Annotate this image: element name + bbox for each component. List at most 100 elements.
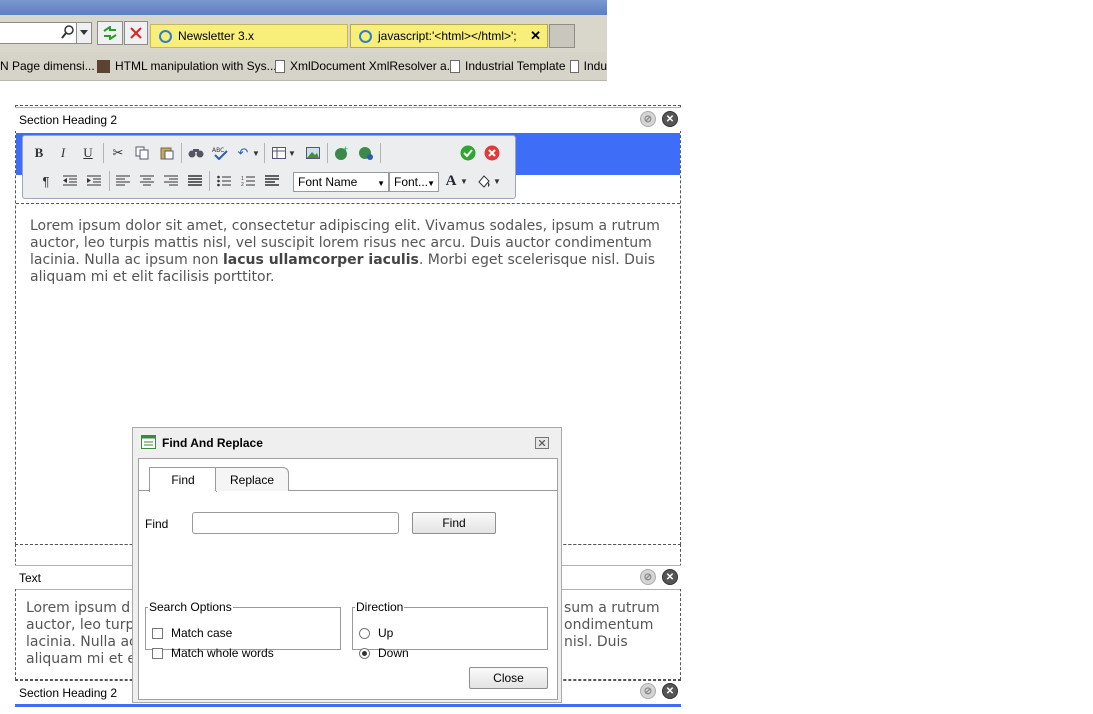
save-ok-icon[interactable] [458,143,478,163]
close-section-icon[interactable]: ✕ [662,569,678,585]
address-dropdown-icon[interactable] [76,22,92,44]
find-replace-icon[interactable] [186,143,206,163]
align-center-icon[interactable] [137,171,157,191]
font-color-glyph: A [445,172,457,189]
cancel-icon[interactable] [482,143,502,163]
tab-find[interactable]: Find [149,467,217,492]
page-icon [570,59,579,73]
direction-down-radio[interactable] [359,647,370,659]
remove-link-icon[interactable] [356,143,376,163]
indent-icon[interactable] [84,171,104,191]
chevron-down-icon: ▼ [427,179,435,188]
find-button-label: Find [442,516,466,530]
direction-up-label: Up [378,626,394,640]
favorite-label: N Page dimensi... [0,59,95,73]
close-section-icon[interactable]: ✕ [662,111,678,127]
favorite-label: Indu [583,59,607,73]
font-color-button[interactable]: A [441,171,461,191]
section-heading: Section Heading 2 [15,107,681,131]
find-input[interactable] [192,512,399,534]
match-case-checkbox[interactable] [152,627,163,639]
favorite-link[interactable]: Industrial Template [450,58,566,74]
refresh-icon[interactable] [97,21,123,45]
insert-link-icon[interactable]: + [332,143,352,163]
tab-replace[interactable]: Replace [215,467,289,491]
editor-content[interactable]: Lorem ipsum dolor sit amet, consectetur … [30,218,670,286]
copy-icon[interactable] [132,143,152,163]
edit-disabled-icon[interactable]: ⊘ [640,683,656,699]
favorite-link[interactable]: N Page dimensi... [0,58,95,74]
bold-button[interactable]: B [29,143,49,163]
svg-text:2: 2 [241,182,244,187]
undo-icon[interactable]: ↶ [233,143,253,163]
outdent-icon[interactable] [60,171,80,191]
separator [264,143,265,163]
table-dropdown-icon[interactable]: ▼ [287,143,297,163]
underline-button[interactable]: U [78,143,98,163]
stop-icon[interactable] [124,21,148,45]
block-format-icon[interactable] [262,171,282,191]
svg-text:+: + [343,145,348,154]
divider [16,203,680,204]
edit-disabled-icon[interactable]: ⊘ [640,569,656,585]
tab-label: Replace [229,472,275,487]
paragraph-icon[interactable]: ¶ [36,171,56,191]
close-icon[interactable] [535,437,549,449]
window-titlebar [0,0,607,15]
undo-dropdown-icon[interactable]: ▼ [251,143,261,163]
bullet-list-icon[interactable] [214,171,234,191]
font-size-dropdown[interactable]: Font... ▼ [389,172,439,192]
text-line: nisl. Duis [564,634,628,650]
font-color-dropdown-icon[interactable]: ▼ [459,171,469,191]
numbered-list-icon[interactable]: 12 [238,171,258,191]
direction-group: Direction Up Down [352,600,548,660]
match-case-option[interactable]: Match case [152,626,232,640]
close-section-icon[interactable]: ✕ [662,683,678,699]
font-name-dropdown[interactable]: Font Name ▼ [293,172,389,192]
direction-up-option[interactable]: Up [359,626,393,640]
image-page-icon [97,59,110,73]
dialog-titlebar[interactable]: Find And Replace [133,428,561,458]
highlight-icon[interactable] [474,171,494,191]
browser-tab-javascript[interactable]: javascript:'<html></html>'; ✕ [350,24,548,48]
favorite-link[interactable]: HTML manipulation with Sys... [97,58,277,74]
table-icon[interactable] [269,143,289,163]
find-label: Find [145,517,169,531]
favorite-label: XmlDocument XmlResolver a... [290,59,457,73]
justify-icon[interactable] [185,171,205,191]
bold-text: lacus ullamcorper iaculis [222,252,419,268]
spellcheck-icon[interactable]: ABC [210,143,230,163]
separator [327,143,328,163]
align-left-icon[interactable] [113,171,133,191]
search-options-legend: Search Options [149,600,232,614]
close-button-label: Close [493,671,524,685]
direction-down-option[interactable]: Down [359,646,409,660]
direction-up-radio[interactable] [359,627,370,639]
ie-page-icon [359,29,372,43]
text-line: sum a rutrum [564,600,660,616]
insert-image-icon[interactable] [303,143,323,163]
favorite-link[interactable]: XmlDocument XmlResolver a... [275,58,457,74]
italic-button[interactable]: I [53,143,73,163]
paste-icon[interactable] [157,143,177,163]
find-button[interactable]: Find [412,512,496,534]
close-button[interactable]: Close [469,667,548,689]
search-icon[interactable] [58,22,78,42]
match-case-label: Match case [171,626,233,640]
favorite-label: HTML manipulation with Sys... [115,59,277,73]
align-right-icon[interactable] [161,171,181,191]
new-tab-button[interactable] [549,24,575,48]
match-whole-words-option[interactable]: Match whole words [152,646,274,660]
close-tab-icon[interactable]: ✕ [530,28,541,44]
match-whole-words-checkbox[interactable] [152,647,163,659]
cut-icon[interactable]: ✂ [108,143,128,163]
favorite-label: Industrial Template [465,59,566,73]
chevron-down-icon: ▼ [377,179,385,188]
highlight-dropdown-icon[interactable]: ▼ [492,171,502,191]
text-line: lacinia. Nulla ac [26,634,134,650]
ie-page-icon [159,29,172,43]
browser-tab-newsletter[interactable]: Newsletter 3.x [150,24,348,48]
favorite-link[interactable]: Indu [570,58,607,74]
match-whole-words-label: Match whole words [171,646,274,660]
edit-disabled-icon[interactable]: ⊘ [640,111,656,127]
